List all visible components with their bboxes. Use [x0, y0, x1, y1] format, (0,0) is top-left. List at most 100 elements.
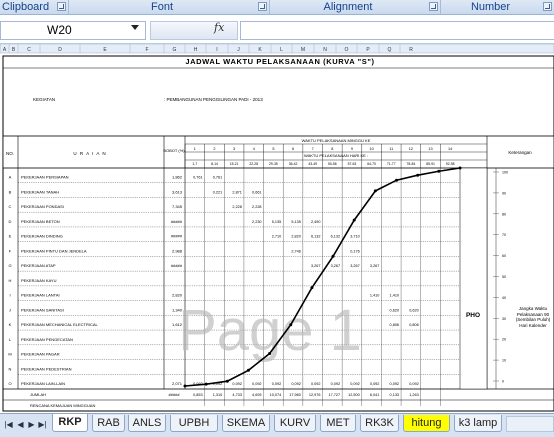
- row-no: G: [8, 263, 11, 268]
- table-row[interactable]: O PEKERJAAN LAIN-LAIN 2,071 0,092 0,092 0,092…: [8, 381, 460, 390]
- row-no: O: [8, 381, 11, 386]
- table-row[interactable]: D PEKERJAAN BETON ##### 2,230 5,135 5,135 2,49…: [9, 219, 460, 228]
- row-item: PEKERJAAN DINDING: [21, 234, 63, 239]
- formula-input[interactable]: [240, 21, 554, 40]
- week-value: 5,135: [291, 220, 301, 224]
- s-curve-point: [183, 384, 187, 388]
- sheet-tab-rk3k[interactable]: RK3K: [360, 415, 399, 432]
- sheet-tab-kurv[interactable]: KURV: [274, 415, 316, 432]
- column-header[interactable]: O: [345, 47, 349, 53]
- sheet-tab-hitung[interactable]: hitung: [403, 415, 450, 432]
- rencana-label: RENCANA KEMAJUAN MINGGUAN: [30, 403, 95, 408]
- table-row[interactable]: C PEKERJAAN PONDASI 7,345 2,228 2,228: [9, 204, 460, 213]
- week-value: 2,490: [311, 220, 321, 224]
- formula-bar: W20 fx: [0, 18, 554, 44]
- week-number: 5: [272, 147, 274, 151]
- week-number: 2: [213, 147, 215, 151]
- day-range: 43-49: [308, 162, 317, 166]
- column-header[interactable]: L: [280, 47, 283, 53]
- first-sheet-icon[interactable]: |◀: [4, 419, 13, 430]
- row-item: PEKERJAAN PAGAR: [21, 352, 60, 357]
- row-item: PEKERJAAN PONDASI: [21, 204, 64, 209]
- column-header[interactable]: I: [216, 47, 217, 53]
- column-header[interactable]: H: [194, 47, 198, 53]
- column-header[interactable]: Q: [388, 47, 392, 53]
- s-curve-point: [395, 178, 399, 182]
- week-value: 0,620: [390, 308, 400, 312]
- sheet-tab-upbh[interactable]: UPBH: [170, 415, 218, 432]
- dialog-launcher-icon[interactable]: [258, 2, 267, 11]
- dialog-launcher-icon[interactable]: [543, 2, 552, 11]
- s-curve-point: [225, 379, 229, 383]
- name-box[interactable]: W20: [0, 21, 146, 40]
- next-sheet-icon[interactable]: ▶: [27, 419, 36, 430]
- pct-tick: 60: [502, 254, 506, 258]
- s-curve-point: [246, 368, 250, 372]
- header-no: NO.: [6, 151, 14, 156]
- dialog-launcher-icon[interactable]: [429, 2, 438, 11]
- week-value: 0,092: [331, 382, 341, 386]
- column-header[interactable]: C: [27, 47, 31, 53]
- rencana-value: 1,310: [213, 393, 223, 397]
- s-curve-point: [268, 352, 272, 356]
- week-number: 3: [233, 147, 235, 151]
- ribbon-group-label: Font: [150, 1, 173, 13]
- week-value: 0,661: [252, 190, 262, 194]
- s-curve-point: [310, 286, 314, 290]
- day-range: 50-56: [328, 162, 337, 166]
- sheet-tab-met[interactable]: MET: [320, 415, 356, 432]
- column-header[interactable]: D: [58, 47, 62, 53]
- sheet-tab-k3-lamp[interactable]: k3 lamp: [454, 415, 502, 432]
- row-bobot: #####: [171, 219, 183, 224]
- column-header[interactable]: R: [409, 47, 413, 53]
- sheet-tab-skema[interactable]: SKEMA: [222, 415, 270, 432]
- prev-sheet-icon[interactable]: ◀: [16, 419, 25, 430]
- rencana-value: 1,263: [409, 393, 419, 397]
- column-header[interactable]: M: [301, 47, 305, 53]
- pho-label: PHO: [466, 312, 480, 319]
- rencana-value: 12,976: [309, 393, 321, 397]
- week-value: 2,820: [291, 235, 301, 239]
- table-row[interactable]: E PEKERJAAN DINDING ##### 2,710 2,820 6,132 6,…: [9, 234, 460, 242]
- worksheet[interactable]: ABCDEFGHIJKLMNOPQR JADWAL WAKTU PELAKSAN…: [0, 44, 554, 413]
- row-no: N: [9, 366, 12, 371]
- row-no: B: [9, 189, 12, 194]
- keterangan-note-wrap: Jangka Waktu Pelaksanaan 90 (Sembilan Pu…: [516, 306, 551, 328]
- sheet-tab-rab[interactable]: RAB: [92, 415, 125, 432]
- table-row[interactable]: N PEKERJAAN PEDESTRIAN: [9, 366, 460, 375]
- dialog-launcher-icon[interactable]: [57, 2, 66, 11]
- row-item: PEKERJAAN PINTU DAN JENDELA: [21, 248, 87, 253]
- week-number: 4: [253, 147, 255, 151]
- table-row[interactable]: B PEKERJAAN TANAH 3,613 0,221 2,871 0,661: [9, 189, 460, 198]
- sheet-tab-anls[interactable]: ANLS: [128, 415, 166, 432]
- table-row[interactable]: H PEKERJAAN KAYU: [9, 278, 460, 287]
- sheet-tab-rkp[interactable]: RKP: [52, 414, 88, 432]
- column-header[interactable]: G: [173, 47, 177, 53]
- worksheet-grid: ABCDEFGHIJKLMNOPQR JADWAL WAKTU PELAKSAN…: [0, 44, 554, 412]
- header-waktu-hari: WAKTU PELAKSANAAN HARI KE :: [304, 153, 368, 158]
- row-bobot: 1,862: [172, 175, 183, 180]
- week-number: 8: [331, 147, 333, 151]
- pct-tick: 0: [502, 380, 504, 384]
- chevron-down-icon[interactable]: [131, 25, 139, 30]
- table-row[interactable]: F PEKERJAAN PINTU DAN JENDELA 2,988 2,746 0,…: [9, 248, 460, 257]
- row-item: PEKERJAAN LAIN-LAIN: [21, 381, 65, 386]
- horizontal-scrollbar[interactable]: [506, 416, 554, 432]
- s-curve-point: [373, 189, 377, 193]
- week-value: 6,132: [331, 235, 341, 239]
- row-no: A: [9, 175, 12, 180]
- insert-function-icon[interactable]: fx: [214, 21, 224, 34]
- week-value: 5,135: [272, 220, 282, 224]
- week-number: 10: [369, 147, 373, 151]
- table-row[interactable]: G PEKERJAAN ATAP ##### 3,267 3,267 3,267 3,267: [8, 263, 460, 272]
- day-range: 15-21: [230, 162, 239, 166]
- row-item: PEKERJAAN ATAP: [21, 263, 56, 268]
- ribbon-group-number: Number: [441, 0, 554, 15]
- row-item: PEKERJAAN MECHANICAL ELECTRICAL: [21, 322, 99, 327]
- jumlah-label: JUMLAH: [30, 392, 46, 397]
- s-curve-point: [437, 169, 441, 173]
- last-sheet-icon[interactable]: ▶|: [38, 419, 47, 430]
- column-header[interactable]: N: [323, 47, 327, 53]
- week-value: 0,092: [291, 382, 301, 386]
- column-header[interactable]: F: [145, 47, 148, 53]
